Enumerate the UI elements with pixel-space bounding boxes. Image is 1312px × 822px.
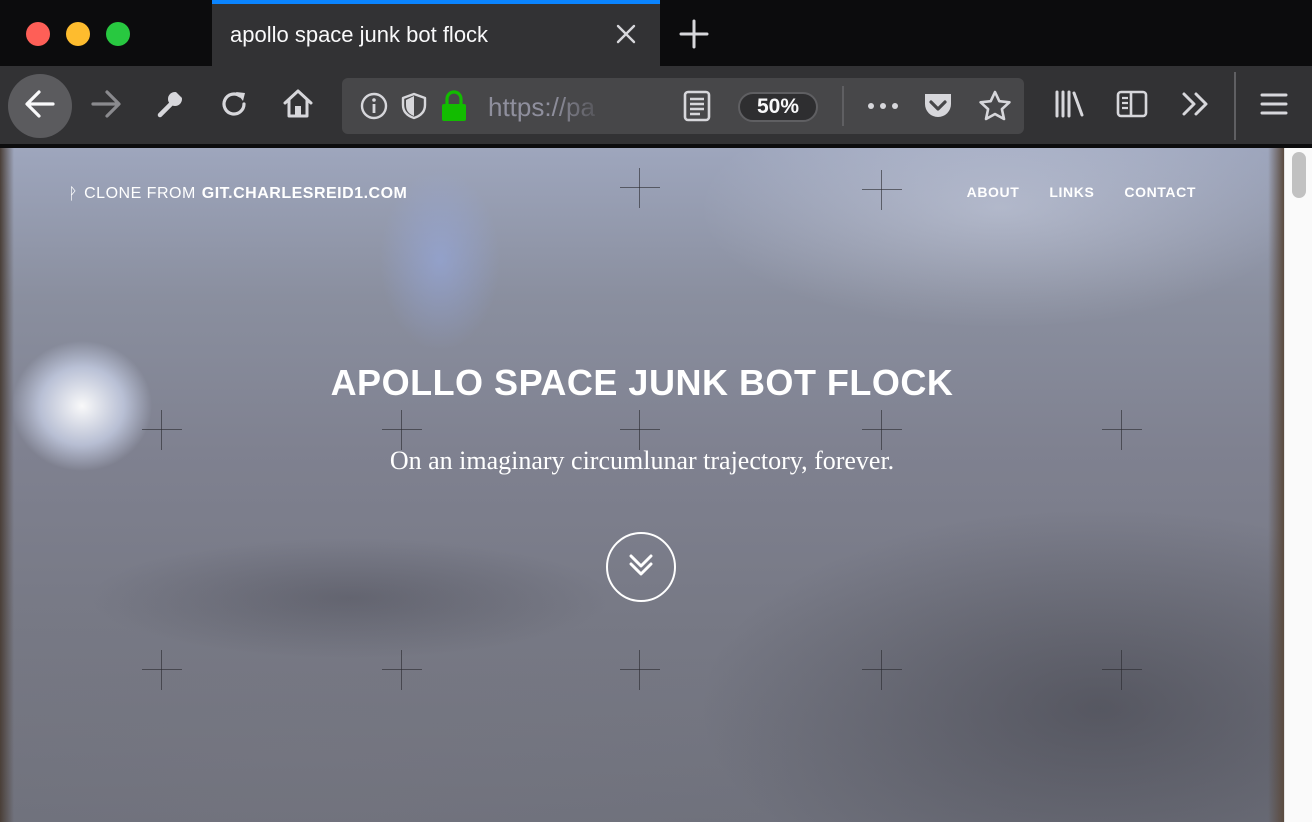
new-tab-plus-icon[interactable] <box>678 18 710 50</box>
tab-title: apollo space junk bot flock <box>230 22 489 47</box>
scroll-down-button[interactable] <box>606 532 676 602</box>
zoom-window-button[interactable] <box>106 22 130 46</box>
nav-links-link[interactable]: LINKS <box>1049 184 1094 200</box>
reticle-mark <box>142 650 182 690</box>
git-branch-icon: ᚹ <box>68 184 79 203</box>
app-menu-button[interactable] <box>1254 86 1294 126</box>
reload-icon <box>218 88 250 125</box>
pocket-icon[interactable] <box>922 91 954 126</box>
library-button[interactable] <box>1050 86 1090 126</box>
reticle-mark <box>620 168 660 208</box>
reticle-mark <box>1102 650 1142 690</box>
reticle-mark <box>142 410 182 450</box>
reticle-mark <box>1102 410 1142 450</box>
library-icon <box>1053 89 1087 124</box>
double-chevron-down-icon <box>627 551 655 584</box>
home-icon <box>281 87 315 126</box>
reticle-mark <box>382 410 422 450</box>
reticle-mark <box>862 650 902 690</box>
shield-icon[interactable] <box>400 92 428 125</box>
page-title: APOLLO SPACE JUNK BOT FLOCK <box>330 362 954 403</box>
nav-contact-link[interactable]: CONTACT <box>1124 184 1196 200</box>
page-viewport: ᚹ CLONE FROM GIT.CHARLESREID1.COM ABOUT … <box>0 148 1312 822</box>
scrollbar-thumb[interactable] <box>1292 152 1306 198</box>
url-bar[interactable]: https://pa 50% <box>342 78 1024 134</box>
sidebar-icon <box>1115 89 1149 124</box>
back-button[interactable] <box>8 74 72 138</box>
forward-arrow-icon <box>89 87 123 126</box>
toolbar-separator <box>1234 72 1236 140</box>
brand-domain: GIT.CHARLESREID1.COM <box>201 184 408 202</box>
home-button[interactable] <box>278 86 318 126</box>
reload-button[interactable] <box>214 86 254 126</box>
nav-toolbar: https://pa 50% <box>0 66 1312 146</box>
reader-view-icon[interactable] <box>682 90 712 127</box>
bookmark-star-icon[interactable] <box>978 90 1012 127</box>
site-nav: ABOUT LINKS CONTACT <box>967 184 1196 200</box>
zoom-level-badge[interactable]: 50% <box>738 92 818 122</box>
active-tab[interactable]: apollo space junk bot flock <box>212 0 660 66</box>
url-bar-separator <box>842 86 844 126</box>
nav-about-link[interactable]: ABOUT <box>967 184 1020 200</box>
tab-close-icon[interactable] <box>614 22 638 46</box>
close-window-button[interactable] <box>26 22 50 46</box>
url-text[interactable]: https://pa <box>488 92 608 123</box>
vertical-scrollbar[interactable] <box>1284 148 1312 822</box>
hero-section: ᚹ CLONE FROM GIT.CHARLESREID1.COM ABOUT … <box>0 148 1284 822</box>
back-arrow-icon <box>23 87 57 126</box>
brand-link[interactable]: ᚹ CLONE FROM GIT.CHARLESREID1.COM <box>68 184 407 203</box>
title-bar: apollo space junk bot flock <box>0 0 1312 66</box>
forward-button[interactable] <box>86 86 126 126</box>
sidebar-button[interactable] <box>1112 86 1152 126</box>
hamburger-menu-icon <box>1259 90 1289 123</box>
reticle-mark <box>862 410 902 450</box>
reticle-mark <box>620 410 660 450</box>
reticle-mark <box>620 650 660 690</box>
page-subtitle: On an imaginary circumlunar trajectory, … <box>389 446 895 475</box>
info-icon[interactable] <box>360 92 388 125</box>
minimize-window-button[interactable] <box>66 22 90 46</box>
reticle-mark <box>862 170 902 210</box>
reticle-mark <box>382 650 422 690</box>
overflow-menu-button[interactable] <box>1176 86 1216 126</box>
lock-icon[interactable] <box>440 90 468 127</box>
developer-tools-button[interactable] <box>150 86 190 126</box>
overflow-chevron-icon <box>1180 90 1212 123</box>
wrench-icon <box>154 88 186 125</box>
more-icon[interactable] <box>866 92 900 125</box>
brand-prefix: CLONE FROM <box>84 184 196 202</box>
